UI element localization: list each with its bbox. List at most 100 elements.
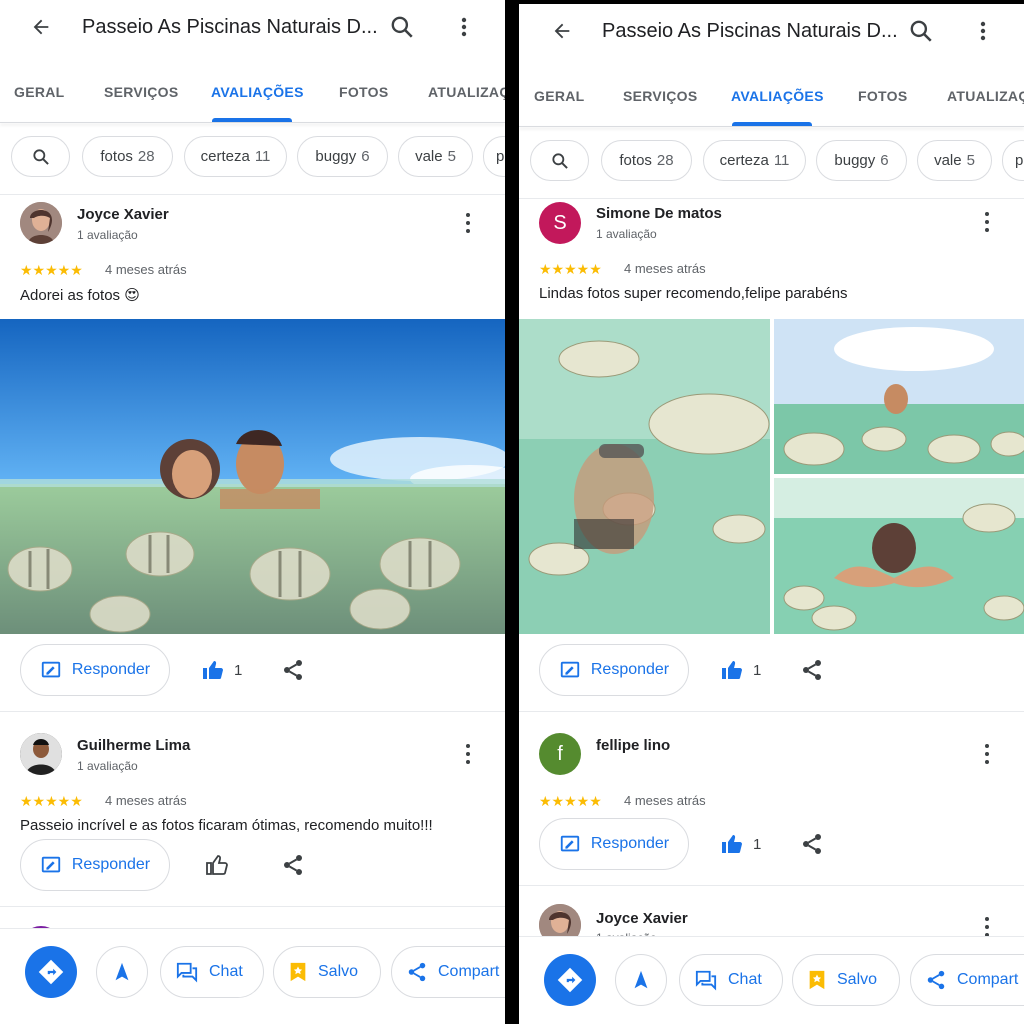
chat-button[interactable]: Chat (679, 954, 783, 1006)
avatar[interactable]: f (539, 733, 581, 775)
reply-button[interactable]: Responder (539, 644, 689, 696)
chip-vale[interactable]: vale 5 (398, 136, 473, 177)
review-text: Lindas fotos super recomendo,felipe para… (539, 285, 848, 302)
reviewer-name[interactable]: Joyce Xavier (77, 206, 169, 223)
review-date: 4 meses atrás (105, 793, 187, 808)
chip-certeza[interactable]: certeza 11 (184, 136, 287, 177)
rating-stars: ★★★★★ (539, 261, 602, 277)
chips-divider (519, 198, 1024, 199)
share-icon (408, 962, 426, 982)
more-vert-icon[interactable] (971, 18, 995, 44)
chip-buggy[interactable]: buggy 6 (297, 136, 388, 177)
chip-count: 11 (773, 152, 790, 169)
chip-search[interactable] (530, 140, 589, 181)
reviewer-name[interactable]: Simone De matos (596, 205, 722, 222)
chip-label: vale (415, 148, 443, 165)
tab-servicos[interactable]: SERVIÇOS (104, 84, 179, 100)
like-button[interactable]: 1 (719, 658, 761, 682)
review-photo[interactable] (519, 319, 770, 634)
tab-servicos[interactable]: SERVIÇOS (623, 88, 698, 104)
chip-buggy[interactable]: buggy 6 (816, 140, 907, 181)
tab-atualizacoes[interactable]: ATUALIZAÇ (428, 84, 505, 100)
chip-partial[interactable]: p (1002, 140, 1024, 181)
like-button[interactable]: 1 (200, 658, 242, 682)
review-photo[interactable] (774, 319, 1024, 474)
reply-label: Responder (71, 661, 151, 678)
share-icon[interactable] (800, 832, 824, 856)
topic-chips: fotos 28 certeza 11 buggy 6 vale 5 p (0, 136, 505, 180)
reply-edit-icon (560, 661, 580, 678)
search-icon[interactable] (908, 18, 934, 44)
thumb-up-icon (722, 661, 742, 679)
tab-atualizacoes[interactable]: ATUALIZAÇ (947, 88, 1024, 104)
directions-button[interactable] (25, 946, 77, 998)
snorkel-fish-photo (519, 319, 770, 634)
reviewer-name[interactable]: fellipe lino (596, 737, 670, 754)
chip-certeza[interactable]: certeza 11 (703, 140, 806, 181)
saved-label: Salvo (837, 971, 878, 988)
chips-divider (0, 194, 505, 195)
app-bar: Passeio As Piscinas Naturais D... (519, 4, 1024, 60)
more-vert-icon[interactable] (452, 14, 476, 40)
tab-geral[interactable]: GERAL (534, 88, 585, 104)
underwater-couple-photo (0, 319, 505, 634)
directions-button[interactable] (544, 954, 596, 1006)
reply-button[interactable]: Responder (20, 839, 170, 891)
tab-fotos[interactable]: FOTOS (339, 84, 388, 100)
like-button[interactable]: 1 (719, 832, 761, 856)
search-icon[interactable] (389, 14, 415, 40)
reviewer-name[interactable]: Guilherme Lima (77, 737, 190, 754)
review-separator (519, 885, 1024, 886)
review-more-icon[interactable] (977, 742, 997, 766)
share-icon[interactable] (800, 658, 824, 682)
navigation-arrow-icon (634, 970, 648, 989)
reviewer-name[interactable]: Joyce Xavier (596, 910, 688, 927)
like-button[interactable] (204, 853, 230, 877)
chip-count: 28 (137, 148, 155, 165)
review-more-icon[interactable] (458, 742, 478, 766)
left-screenshot-panel: Passeio As Piscinas Naturais D... GERAL … (0, 0, 505, 1024)
reply-button[interactable]: Responder (539, 818, 689, 870)
chip-fotos[interactable]: fotos 28 (601, 140, 692, 181)
chat-button[interactable]: Chat (160, 946, 264, 998)
review-text: Passeio incrível e as fotos ficaram ótim… (20, 817, 433, 834)
saved-button[interactable]: Salvo (273, 946, 381, 998)
avatar[interactable] (20, 202, 62, 244)
tab-fotos[interactable]: FOTOS (858, 88, 907, 104)
bottom-action-bar: Chat Salvo Compart (519, 936, 1024, 1024)
share-place-button[interactable]: Compart (391, 946, 505, 998)
review-photo[interactable] (774, 478, 1024, 634)
back-arrow-icon[interactable] (549, 20, 575, 42)
tab-bar: GERAL SERVIÇOS AVALIAÇÕES FOTOS ATUALIZA… (0, 72, 505, 122)
review-more-icon[interactable] (977, 210, 997, 234)
reply-button[interactable]: Responder (20, 644, 170, 696)
tab-avaliacoes[interactable]: AVALIAÇÕES (211, 84, 304, 100)
reply-edit-icon (41, 856, 61, 873)
avatar[interactable] (20, 733, 62, 775)
thumb-up-outline-icon (206, 855, 228, 875)
chip-label: p (496, 148, 505, 165)
reply-edit-icon (41, 661, 61, 678)
back-arrow-icon[interactable] (28, 16, 54, 38)
share-icon[interactable] (281, 853, 305, 877)
chip-label: buggy (834, 152, 876, 169)
share-place-button[interactable]: Compart (910, 954, 1024, 1006)
start-navigation-button[interactable] (615, 954, 667, 1006)
avatar[interactable]: S (539, 202, 581, 244)
heart-hands-photo (774, 478, 1024, 634)
review-separator (0, 711, 505, 712)
saved-button[interactable]: Salvo (792, 954, 900, 1006)
swimmer-fish-photo (774, 319, 1024, 474)
tab-avaliacoes[interactable]: AVALIAÇÕES (731, 88, 824, 104)
chip-search[interactable] (11, 136, 70, 177)
review-photo[interactable] (0, 319, 505, 634)
chip-fotos[interactable]: fotos 28 (82, 136, 173, 177)
tab-geral[interactable]: GERAL (14, 84, 65, 100)
share-icon[interactable] (281, 658, 305, 682)
chip-partial[interactable]: p (483, 136, 505, 177)
like-count: 1 (753, 661, 762, 679)
search-icon (551, 152, 568, 169)
review-more-icon[interactable] (458, 211, 478, 235)
chip-vale[interactable]: vale 5 (917, 140, 992, 181)
start-navigation-button[interactable] (96, 946, 148, 998)
